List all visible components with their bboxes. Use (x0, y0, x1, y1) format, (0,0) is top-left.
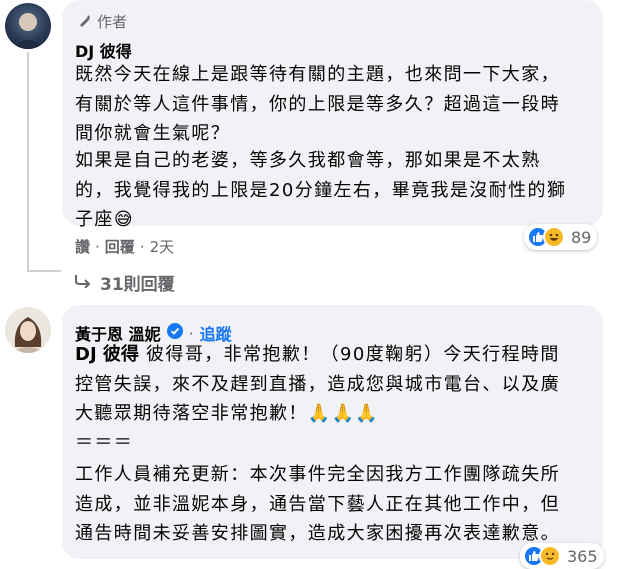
haha-reaction-icon (543, 226, 565, 248)
reaction-summary-2[interactable]: 365 (520, 543, 604, 569)
avatar-image (5, 307, 51, 353)
text-line: 控管失誤，來不及趕到直播，造成您與城市電台、以及廣 (75, 373, 560, 395)
separator-dot: · (95, 237, 100, 256)
separator-dot: · (139, 237, 145, 256)
text-line: 通告時間未妥善安排圖實，造成大家困擾再次表達歉意。 (75, 523, 560, 544)
avatar-winnie[interactable] (5, 307, 51, 353)
text-line: 造成，並非溫妮本身，通告當下藝人正在其他工作中，但 (75, 493, 560, 515)
thread-connector (27, 270, 61, 272)
reply-button[interactable]: 回覆 (105, 236, 135, 257)
text-line: DJ 彼得 彼得哥，非常抱歉！（90度鞠躬）今天行程時間 (75, 340, 595, 370)
comment-actions-1: 讚 · 回覆 · 2天 (75, 236, 174, 257)
text-segment: 大聽眾期待落空非常抱歉！ (75, 403, 308, 424)
like-button[interactable]: 讚 (75, 236, 90, 257)
view-replies-link[interactable]: 31則回覆 (74, 270, 175, 295)
reaction-count: 89 (571, 227, 592, 247)
sweat-smile-emoji: 😅 (113, 209, 134, 230)
text-segment: 彼得哥，非常抱歉！（90度鞠躬）今天行程時間 (138, 344, 560, 365)
text-line: 間你就會生氣呢？ (75, 123, 231, 144)
thread-line (27, 52, 29, 272)
text-line: 既然今天在線上是跟等待有關的主題，也來問一下大家， (75, 64, 560, 85)
care-reaction-icon (539, 545, 561, 567)
comment-text-paragraph-1: DJ 彼得 彼得哥，非常抱歉！（90度鞠躬）今天行程時間 控管失誤，來不及趕到直… (75, 340, 595, 429)
text-line: 的，我覺得我的上限是20分鐘左右，畢竟我是沒耐性的獅 (75, 179, 567, 201)
separator-text: ＝＝＝ (75, 432, 134, 453)
comment-text-paragraph-2: 如果是自己的老婆，等多久我都會等，那如果是不太熟 的，我覺得我的上限是20分鐘左… (75, 146, 595, 235)
text-line: 大聽眾期待落空非常抱歉！🙏🙏🙏 (75, 399, 595, 429)
author-badge: 作者 (78, 11, 127, 32)
folded-hands-emoji: 🙏🙏🙏 (307, 403, 380, 424)
reaction-summary-1[interactable]: 89 (524, 224, 598, 250)
avatar-dj-peter[interactable] (5, 3, 51, 49)
text-line: 子座😅 (75, 205, 595, 235)
text-line: 工作人員補充更新：本次事件完全因我方工作團隊疏失所 (75, 464, 560, 485)
comment-author-name[interactable]: DJ 彼得 (75, 38, 132, 62)
text-line: 如果是自己的老婆，等多久我都會等，那如果是不太熟 (75, 150, 541, 171)
reaction-count: 365 (567, 546, 598, 566)
avatar-image (13, 13, 43, 49)
text-line: 有關於等人這件事情，你的上限是等多久？超過這一段時 (75, 93, 560, 115)
reply-arrow-icon (74, 273, 92, 293)
mention-link[interactable]: DJ 彼得 (75, 344, 139, 365)
replies-count-label: 31則回覆 (100, 275, 175, 295)
author-icon (78, 13, 92, 31)
comment-text-paragraph-2: 工作人員補充更新：本次事件完全因我方工作團隊疏失所 造成，並非溫妮本身，通告當下… (75, 460, 595, 549)
comment-timestamp[interactable]: 2天 (150, 236, 175, 257)
text-segment: 子座 (75, 209, 114, 230)
author-tag-label: 作者 (97, 13, 128, 31)
comment-text-paragraph-1: 既然今天在線上是跟等待有關的主題，也來問一下大家， 有關於等人這件事情，你的上限… (75, 60, 595, 149)
